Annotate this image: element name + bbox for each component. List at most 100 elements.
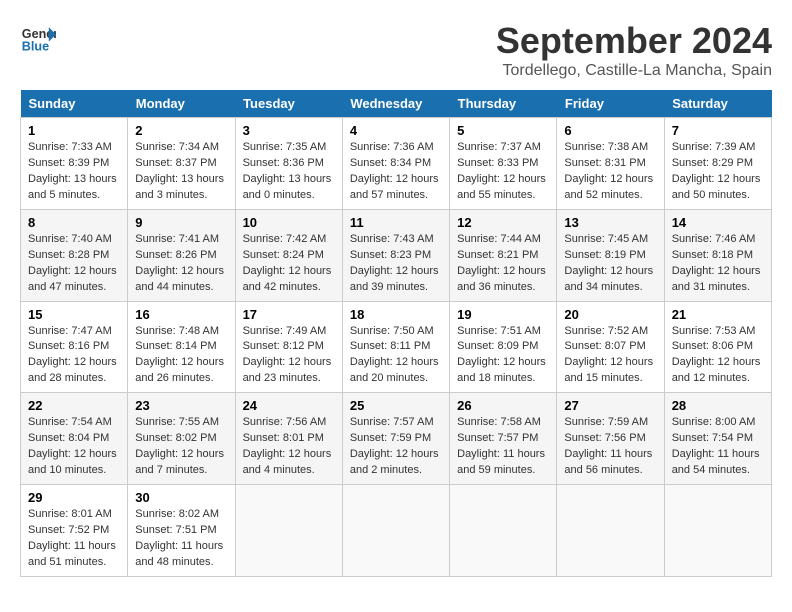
header-thursday: Thursday — [450, 90, 557, 118]
day-info: Sunrise: 7:45 AMSunset: 8:19 PMDaylight:… — [564, 232, 656, 296]
day-number: 5 — [457, 123, 549, 138]
day-info: Sunrise: 7:53 AMSunset: 8:06 PMDaylight:… — [672, 324, 764, 388]
day-info: Sunrise: 8:01 AMSunset: 7:52 PMDaylight:… — [28, 507, 120, 571]
day-number: 30 — [135, 490, 227, 505]
day-number: 12 — [457, 215, 549, 230]
table-row: 10 Sunrise: 7:42 AMSunset: 8:24 PMDayligh… — [235, 209, 342, 301]
table-row: 12Sunrise: 7:44 AMSunset: 8:21 PMDayligh… — [450, 209, 557, 301]
day-info: Sunrise: 7:43 AMSunset: 8:23 PMDaylight:… — [350, 232, 442, 296]
table-row: 6Sunrise: 7:38 AMSunset: 8:31 PMDaylight… — [557, 118, 664, 210]
calendar-week-row: 8Sunrise: 7:40 AMSunset: 8:28 PMDaylight… — [21, 209, 772, 301]
table-row — [235, 485, 342, 577]
day-info: Sunrise: 7:55 AMSunset: 8:02 PMDaylight:… — [135, 415, 227, 479]
day-info: Sunrise: 7:48 AMSunset: 8:14 PMDaylight:… — [135, 324, 227, 388]
header-wednesday: Wednesday — [342, 90, 449, 118]
table-row: 25 Sunrise: 7:57 AMSunset: 7:59 PMDayligh… — [342, 393, 449, 485]
table-row: 29 Sunrise: 8:01 AMSunset: 7:52 PMDayligh… — [21, 485, 128, 577]
day-number: 16 — [135, 307, 227, 322]
weekday-header-row: Sunday Monday Tuesday Wednesday Thursday… — [21, 90, 772, 118]
calendar-week-row: 22 Sunrise: 7:54 AMSunset: 8:04 PMDayligh… — [21, 393, 772, 485]
table-row: 19 Sunrise: 7:51 AMSunset: 8:09 PMDayligh… — [450, 301, 557, 393]
day-info: Sunrise: 7:59 AMSunset: 7:56 PMDaylight:… — [564, 415, 656, 479]
day-number: 20 — [564, 307, 656, 322]
day-info: Sunrise: 7:39 AMSunset: 8:29 PMDaylight:… — [672, 140, 764, 204]
table-row: 14 Sunrise: 7:46 AMSunset: 8:18 PMDayligh… — [664, 209, 771, 301]
svg-text:Blue: Blue — [22, 40, 49, 54]
day-number: 13 — [564, 215, 656, 230]
day-number: 8 — [28, 215, 120, 230]
day-info: Sunrise: 7:49 AMSunset: 8:12 PMDaylight:… — [243, 324, 335, 388]
day-number: 10 — [243, 215, 335, 230]
table-row — [664, 485, 771, 577]
day-info: Sunrise: 7:42 AMSunset: 8:24 PMDaylight:… — [243, 232, 335, 296]
day-number: 15 — [28, 307, 120, 322]
day-number: 27 — [564, 398, 656, 413]
day-number: 7 — [672, 123, 764, 138]
day-info: Sunrise: 7:33 AMSunset: 8:39 PMDaylight:… — [28, 140, 120, 204]
table-row: 23 Sunrise: 7:55 AMSunset: 8:02 PMDayligh… — [128, 393, 235, 485]
table-row: 1 Sunrise: 7:33 AMSunset: 8:39 PMDaylight… — [21, 118, 128, 210]
table-row: 4Sunrise: 7:36 AMSunset: 8:34 PMDaylight… — [342, 118, 449, 210]
header-saturday: Saturday — [664, 90, 771, 118]
day-info: Sunrise: 7:52 AMSunset: 8:07 PMDaylight:… — [564, 324, 656, 388]
day-info: Sunrise: 8:02 AMSunset: 7:51 PMDaylight:… — [135, 507, 227, 571]
day-number: 25 — [350, 398, 442, 413]
day-info: Sunrise: 7:34 AMSunset: 8:37 PMDaylight:… — [135, 140, 227, 204]
page-header: General Blue September 2024 Tordellego, … — [20, 20, 772, 80]
table-row: 13 Sunrise: 7:45 AMSunset: 8:19 PMDayligh… — [557, 209, 664, 301]
table-row: 8Sunrise: 7:40 AMSunset: 8:28 PMDaylight… — [21, 209, 128, 301]
day-info: Sunrise: 7:57 AMSunset: 7:59 PMDaylight:… — [350, 415, 442, 479]
day-number: 4 — [350, 123, 442, 138]
table-row: 30 Sunrise: 8:02 AMSunset: 7:51 PMDayligh… — [128, 485, 235, 577]
day-number: 19 — [457, 307, 549, 322]
day-info: Sunrise: 7:35 AMSunset: 8:36 PMDaylight:… — [243, 140, 335, 204]
day-number: 18 — [350, 307, 442, 322]
table-row — [450, 485, 557, 577]
day-number: 9 — [135, 215, 227, 230]
table-row: 16 Sunrise: 7:48 AMSunset: 8:14 PMDayligh… — [128, 301, 235, 393]
header-monday: Monday — [128, 90, 235, 118]
day-number: 24 — [243, 398, 335, 413]
day-info: Sunrise: 7:58 AMSunset: 7:57 PMDaylight:… — [457, 415, 549, 479]
table-row: 3Sunrise: 7:35 AMSunset: 8:36 PMDaylight… — [235, 118, 342, 210]
logo: General Blue — [20, 20, 56, 56]
table-row: 17 Sunrise: 7:49 AMSunset: 8:12 PMDayligh… — [235, 301, 342, 393]
day-info: Sunrise: 7:47 AMSunset: 8:16 PMDaylight:… — [28, 324, 120, 388]
calendar-week-row: 29 Sunrise: 8:01 AMSunset: 7:52 PMDayligh… — [21, 485, 772, 577]
table-row: 7 Sunrise: 7:39 AMSunset: 8:29 PMDaylight… — [664, 118, 771, 210]
table-row: 2 Sunrise: 7:34 AMSunset: 8:37 PMDaylight… — [128, 118, 235, 210]
day-info: Sunrise: 7:54 AMSunset: 8:04 PMDaylight:… — [28, 415, 120, 479]
day-number: 29 — [28, 490, 120, 505]
table-row: 11Sunrise: 7:43 AMSunset: 8:23 PMDayligh… — [342, 209, 449, 301]
title-block: September 2024 Tordellego, Castille-La M… — [496, 20, 772, 80]
table-row: 20 Sunrise: 7:52 AMSunset: 8:07 PMDayligh… — [557, 301, 664, 393]
day-info: Sunrise: 7:46 AMSunset: 8:18 PMDaylight:… — [672, 232, 764, 296]
table-row: 28Sunrise: 8:00 AMSunset: 7:54 PMDayligh… — [664, 393, 771, 485]
day-info: Sunrise: 7:38 AMSunset: 8:31 PMDaylight:… — [564, 140, 656, 204]
table-row: 22 Sunrise: 7:54 AMSunset: 8:04 PMDayligh… — [21, 393, 128, 485]
table-row: 27 Sunrise: 7:59 AMSunset: 7:56 PMDayligh… — [557, 393, 664, 485]
header-friday: Friday — [557, 90, 664, 118]
header-sunday: Sunday — [21, 90, 128, 118]
day-number: 21 — [672, 307, 764, 322]
day-number: 2 — [135, 123, 227, 138]
table-row: 18 Sunrise: 7:50 AMSunset: 8:11 PMDayligh… — [342, 301, 449, 393]
day-number: 17 — [243, 307, 335, 322]
day-info: Sunrise: 7:50 AMSunset: 8:11 PMDaylight:… — [350, 324, 442, 388]
calendar-week-row: 1 Sunrise: 7:33 AMSunset: 8:39 PMDaylight… — [21, 118, 772, 210]
calendar-title: September 2024 — [496, 20, 772, 62]
day-info: Sunrise: 7:37 AMSunset: 8:33 PMDaylight:… — [457, 140, 549, 204]
table-row: 21 Sunrise: 7:53 AMSunset: 8:06 PMDayligh… — [664, 301, 771, 393]
day-number: 14 — [672, 215, 764, 230]
day-info: Sunrise: 7:51 AMSunset: 8:09 PMDaylight:… — [457, 324, 549, 388]
table-row — [342, 485, 449, 577]
day-number: 28 — [672, 398, 764, 413]
day-number: 22 — [28, 398, 120, 413]
day-number: 1 — [28, 123, 120, 138]
calendar-table: Sunday Monday Tuesday Wednesday Thursday… — [20, 90, 772, 577]
table-row: 5 Sunrise: 7:37 AMSunset: 8:33 PMDaylight… — [450, 118, 557, 210]
day-number: 23 — [135, 398, 227, 413]
calendar-week-row: 15 Sunrise: 7:47 AMSunset: 8:16 PMDayligh… — [21, 301, 772, 393]
day-info: Sunrise: 7:56 AMSunset: 8:01 PMDaylight:… — [243, 415, 335, 479]
table-row: 24 Sunrise: 7:56 AMSunset: 8:01 PMDayligh… — [235, 393, 342, 485]
